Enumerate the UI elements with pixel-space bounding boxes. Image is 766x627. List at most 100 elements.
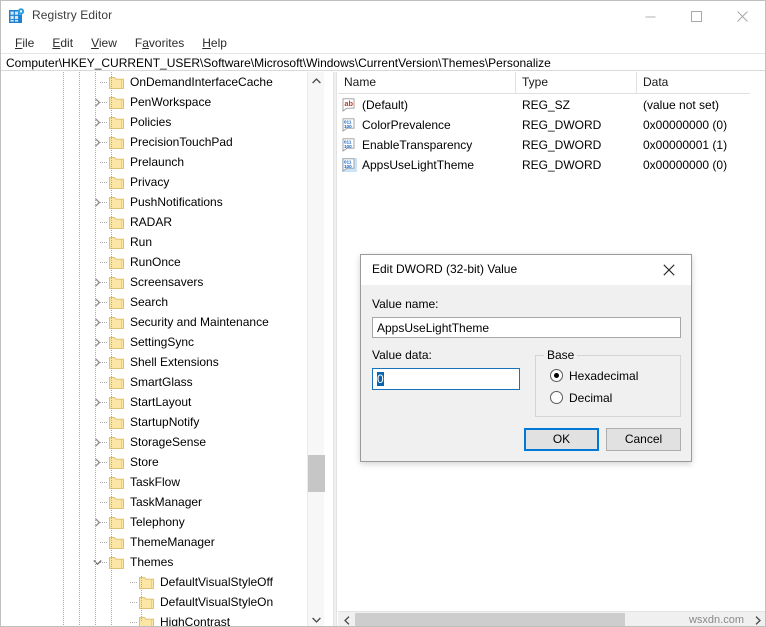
value-data-cell: 0x00000000 (0) [643,158,728,172]
tree-item-label: PenWorkspace [130,95,212,109]
dword-value-icon: 011 100 [342,138,357,152]
registry-tree-pane[interactable]: OnDemandInterfaceCache PenWorkspace Polici… [1,72,307,626]
column-header-data[interactable]: Data [637,72,750,93]
close-button[interactable] [719,1,765,32]
tree-item-label: Security and Maintenance [130,315,269,329]
edit-dword-dialog: Edit DWORD (32-bit) Value Value name: Ap… [360,254,692,462]
tree-item-smartglass[interactable]: SmartGlass [1,372,307,392]
tree-item-telephony[interactable]: Telephony [1,512,307,532]
tree-item-thememanager[interactable]: ThemeManager [1,532,307,552]
value-data-cell: 0x00000000 (0) [643,118,728,132]
tree-item-privacy[interactable]: Privacy [1,172,307,192]
tree-item-startupnotify[interactable]: StartupNotify [1,412,307,432]
scroll-down-icon[interactable] [308,611,325,626]
tree-item-prelaunch[interactable]: Prelaunch [1,152,307,172]
chevron-right-icon[interactable] [89,132,105,152]
chevron-right-icon[interactable] [89,312,105,332]
tree-item-store[interactable]: Store [1,452,307,472]
chevron-right-icon[interactable] [89,392,105,412]
address-bar[interactable]: Computer\HKEY_CURRENT_USER\Software\Micr… [1,53,765,71]
chevron-right-icon[interactable] [89,272,105,292]
tree-item-security-and-maintenance[interactable]: Security and Maintenance [1,312,307,332]
tree-scrollbar-thumb[interactable] [308,455,325,492]
tree-item-storagesense[interactable]: StorageSense [1,432,307,452]
menu-view[interactable]: View [82,34,126,52]
value-name-cell: EnableTransparency [362,138,473,152]
maximize-button[interactable] [673,1,719,32]
scroll-up-icon[interactable] [308,72,325,89]
dialog-title-bar: Edit DWORD (32-bit) Value [361,255,691,285]
dialog-close-button[interactable] [647,255,691,285]
chevron-right-icon[interactable] [89,352,105,372]
scroll-left-icon[interactable] [338,612,355,626]
tree-item-label: SettingSync [130,335,195,349]
tree-item-defaultvisualstyleoff[interactable]: DefaultVisualStyleOff [1,572,307,592]
chevron-right-icon[interactable] [89,432,105,452]
list-hscroll-thumb[interactable] [355,613,625,626]
tree-item-highcontrast[interactable]: HighContrast [1,612,307,626]
base-group-label: Base [544,348,578,362]
tree-item-run[interactable]: Run [1,232,307,252]
pane-splitter[interactable] [333,72,337,626]
value-data-input[interactable]: 0 [372,368,520,390]
tree-item-policies[interactable]: Policies [1,112,307,132]
value-name-input[interactable]: AppsUseLightTheme [372,317,681,338]
tree-item-radar[interactable]: RADAR [1,212,307,232]
tree-item-label: ThemeManager [130,535,215,549]
chevron-right-icon[interactable] [89,292,105,312]
tree-item-pushnotifications[interactable]: PushNotifications [1,192,307,212]
dialog-body: Value name: AppsUseLightTheme Value data… [361,285,691,461]
tree-item-startlayout[interactable]: StartLayout [1,392,307,412]
column-header-name[interactable]: Name [338,72,516,93]
chevron-right-icon[interactable] [89,332,105,352]
chevron-right-icon[interactable] [89,112,105,132]
list-vertical-scrollbar[interactable] [750,72,765,611]
scroll-right-icon[interactable] [749,612,765,626]
value-row[interactable]: 011 100 EnableTransparency REG_DWORD 0x00000… [338,135,750,155]
value-row[interactable]: 011 100 ColorPrevalence REG_DWORD 0x00000000… [338,115,750,135]
value-type-cell: REG_DWORD [522,118,602,132]
tree-item-themes[interactable]: Themes [1,552,307,572]
tree-item-penworkspace[interactable]: PenWorkspace [1,92,307,112]
tree-item-ondemandinterfacecache[interactable]: OnDemandInterfaceCache [1,72,307,92]
chevron-right-icon[interactable] [89,452,105,472]
tree-guide-stub [100,242,107,243]
tree-item-taskflow[interactable]: TaskFlow [1,472,307,492]
cancel-button[interactable]: Cancel [606,428,681,451]
ok-button[interactable]: OK [524,428,599,451]
value-data-cell: (value not set) [643,98,720,112]
minimize-button[interactable] [627,1,673,32]
menu-file[interactable]: File [6,34,43,52]
tree-item-precisiontouchpad[interactable]: PrecisionTouchPad [1,132,307,152]
tree-item-settingsync[interactable]: SettingSync [1,332,307,352]
dialog-title: Edit DWORD (32-bit) Value [372,262,518,276]
tree-item-label: RunOnce [130,255,181,269]
tree-guide-stub [100,542,107,543]
chevron-right-icon[interactable] [89,512,105,532]
menu-favorites[interactable]: Favorites [126,34,193,52]
value-type-cell: REG_SZ [522,98,571,112]
tree-item-taskmanager[interactable]: TaskManager [1,492,307,512]
menu-edit[interactable]: Edit [43,34,82,52]
tree-item-label: Themes [130,555,174,569]
tree-item-runonce[interactable]: RunOnce [1,252,307,272]
value-name-cell: (Default) [362,98,409,112]
tree-item-defaultvisualstyleon[interactable]: DefaultVisualStyleOn [1,592,307,612]
value-name-cell: ColorPrevalence [362,118,451,132]
tree-item-label: Store [130,455,159,469]
chevron-down-icon[interactable] [89,552,105,572]
value-row[interactable]: 011 100 AppsUseLightTheme REG_DWORD 0x000000… [338,155,750,175]
column-header-type[interactable]: Type [516,72,637,93]
tree-item-search[interactable]: Search [1,292,307,312]
value-row[interactable]: ab (Default) REG_SZ (value not set) [338,95,750,115]
tree-item-label: TaskManager [130,495,203,509]
chevron-right-icon[interactable] [89,92,105,112]
window-controls [627,1,765,32]
tree-guide-line [111,72,112,626]
tree-item-screensavers[interactable]: Screensavers [1,272,307,292]
chevron-right-icon[interactable] [89,192,105,212]
menu-help[interactable]: Help [193,34,236,52]
tree-item-shell-extensions[interactable]: Shell Extensions [1,352,307,372]
tree-vertical-scrollbar[interactable] [307,72,325,626]
list-horizontal-scrollbar[interactable]: wsxdn.com [338,611,765,626]
